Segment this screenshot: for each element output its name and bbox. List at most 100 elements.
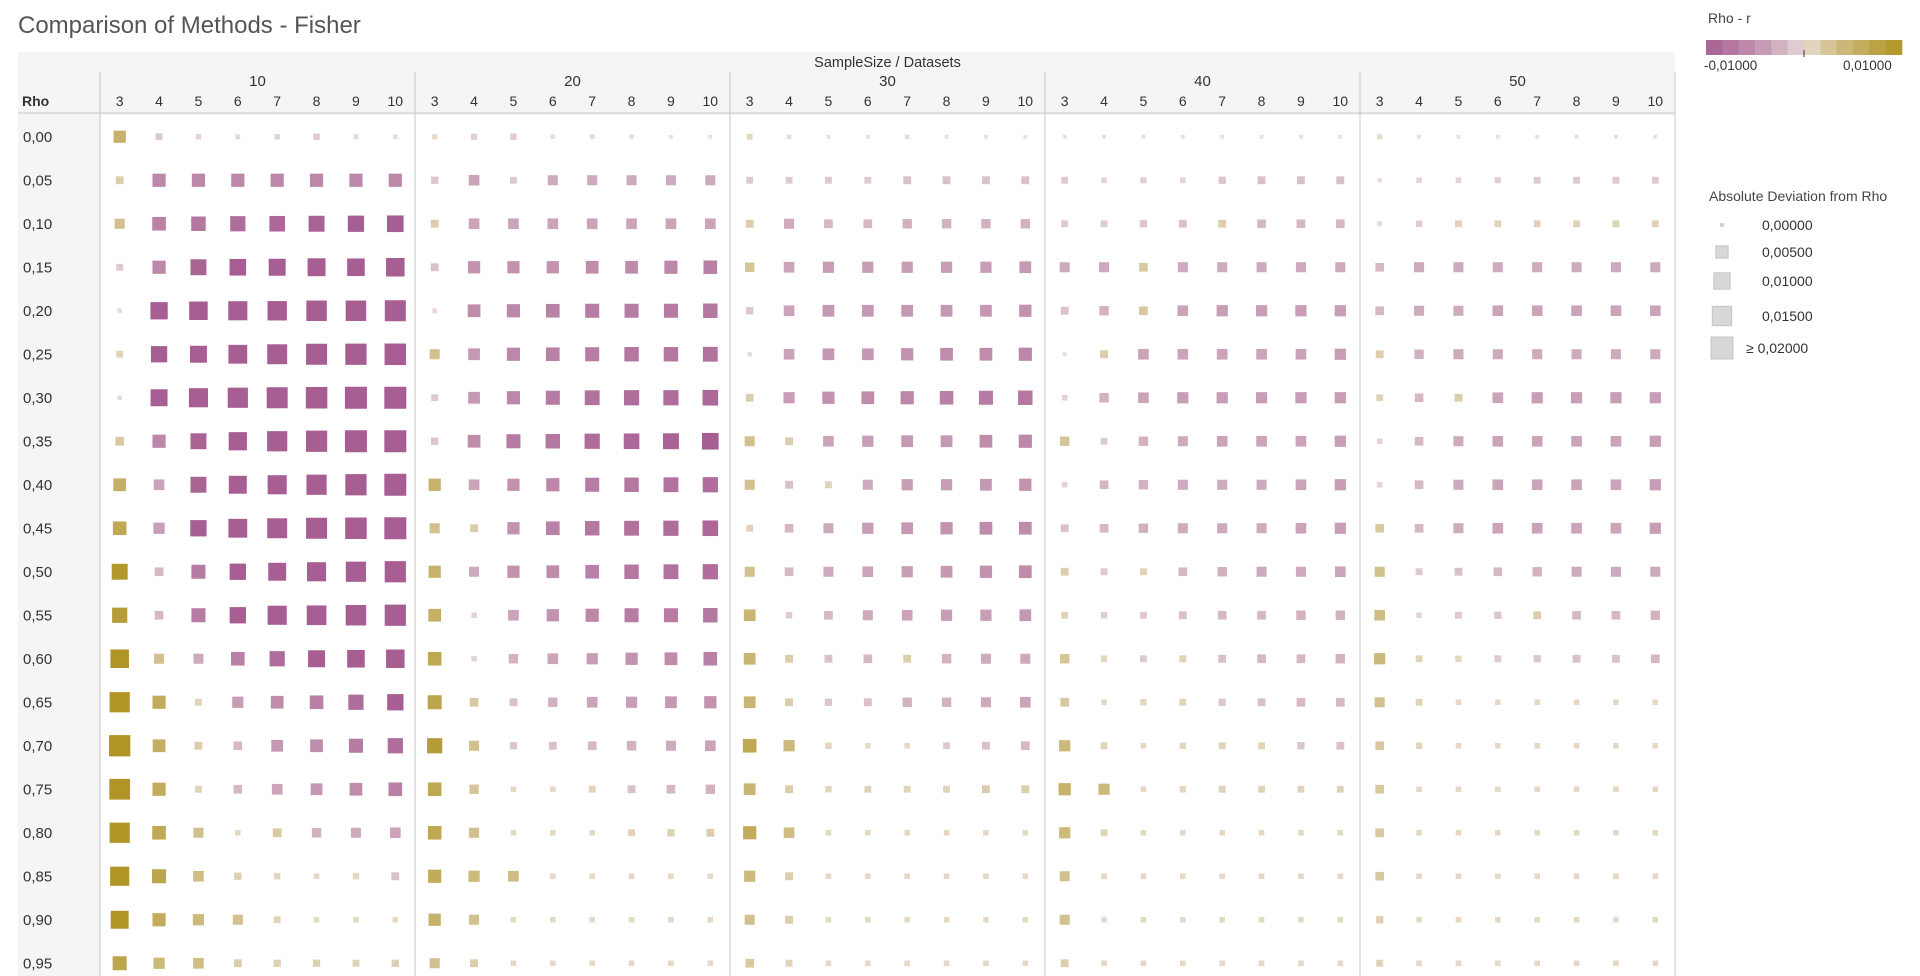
data-square [706, 828, 715, 837]
data-square [274, 133, 280, 140]
data-square [1100, 655, 1108, 662]
data-square [1099, 262, 1110, 273]
data-square [509, 698, 518, 707]
data-square [347, 258, 365, 277]
data-square [1376, 481, 1383, 488]
data-square [1138, 348, 1149, 360]
data-square [1610, 566, 1621, 577]
data-square [112, 521, 127, 536]
data-square [702, 432, 719, 450]
data-square [235, 134, 241, 140]
data-square [865, 960, 871, 967]
rho-label: 0,25 [23, 346, 52, 363]
data-square [1258, 916, 1265, 923]
data-square [1414, 523, 1424, 533]
data-square [1059, 827, 1071, 839]
data-square [467, 261, 481, 274]
data-square [862, 522, 874, 534]
dataset-label: 4 [1415, 93, 1423, 109]
data-square [1100, 220, 1108, 228]
data-square [1415, 568, 1423, 576]
data-square [1573, 742, 1580, 749]
data-square [1416, 177, 1422, 184]
data-square [664, 652, 678, 666]
data-square [586, 218, 598, 230]
data-square [152, 695, 166, 709]
dataset-label: 10 [388, 93, 404, 109]
data-square [628, 960, 635, 967]
data-square [229, 607, 246, 624]
data-square [432, 134, 438, 140]
data-square [623, 433, 640, 450]
data-square [1414, 480, 1424, 490]
data-square [626, 218, 637, 230]
data-square [1061, 220, 1069, 228]
dataset-label: 4 [1100, 93, 1108, 109]
data-square [1335, 610, 1346, 620]
data-square [190, 520, 207, 537]
data-square [1219, 873, 1225, 880]
data-square [663, 477, 679, 493]
data-square [1140, 742, 1147, 749]
data-square [345, 474, 367, 496]
data-square [506, 304, 521, 318]
sample-size-label: 40 [1194, 73, 1211, 90]
data-square [1217, 523, 1228, 534]
data-square [1217, 610, 1227, 620]
data-square [1022, 960, 1029, 967]
data-square [1573, 829, 1580, 836]
data-square [861, 348, 874, 361]
data-square [1256, 435, 1267, 447]
data-square [1140, 568, 1147, 576]
data-square [904, 873, 910, 880]
data-square [1334, 566, 1346, 578]
data-square [744, 914, 755, 925]
data-square [548, 741, 557, 750]
color-legend-swatch [1869, 40, 1886, 55]
data-square [1020, 653, 1031, 664]
data-square [1573, 220, 1580, 228]
data-square [1453, 436, 1464, 447]
data-square [1139, 306, 1148, 316]
data-square [1217, 567, 1227, 577]
dataset-label: 10 [1648, 93, 1664, 109]
data-square [823, 435, 834, 447]
data-square [308, 215, 325, 232]
data-square [1101, 177, 1107, 184]
data-square [587, 741, 597, 751]
data-square [232, 914, 243, 925]
data-square [1610, 522, 1622, 534]
dataset-label: 8 [1573, 93, 1581, 109]
data-square [1258, 829, 1265, 836]
data-square [1610, 305, 1622, 317]
data-square [153, 522, 165, 534]
data-square [309, 695, 324, 710]
data-square [188, 388, 208, 408]
data-square [228, 301, 248, 321]
data-square [744, 436, 755, 447]
data-square [1256, 348, 1267, 360]
size-legend-label: 0,00500 [1762, 244, 1813, 260]
data-square [1335, 697, 1345, 707]
data-square [980, 261, 992, 273]
data-square [1179, 786, 1187, 793]
data-square [1573, 699, 1580, 706]
data-square [702, 389, 719, 406]
data-square [1140, 177, 1147, 184]
data-square [1140, 655, 1147, 663]
data-square [942, 176, 951, 185]
data-square [1256, 479, 1267, 490]
data-square [550, 829, 556, 836]
data-square [1060, 524, 1069, 533]
data-square [1334, 522, 1346, 534]
data-square [784, 523, 794, 533]
data-square [271, 739, 284, 752]
data-square [510, 829, 517, 836]
data-square [428, 608, 442, 622]
rho-label: 0,40 [23, 477, 52, 494]
data-square [703, 651, 718, 666]
data-square [1454, 567, 1463, 576]
data-square [353, 134, 359, 140]
dataset-label: 5 [510, 93, 518, 109]
data-square [1337, 916, 1344, 923]
